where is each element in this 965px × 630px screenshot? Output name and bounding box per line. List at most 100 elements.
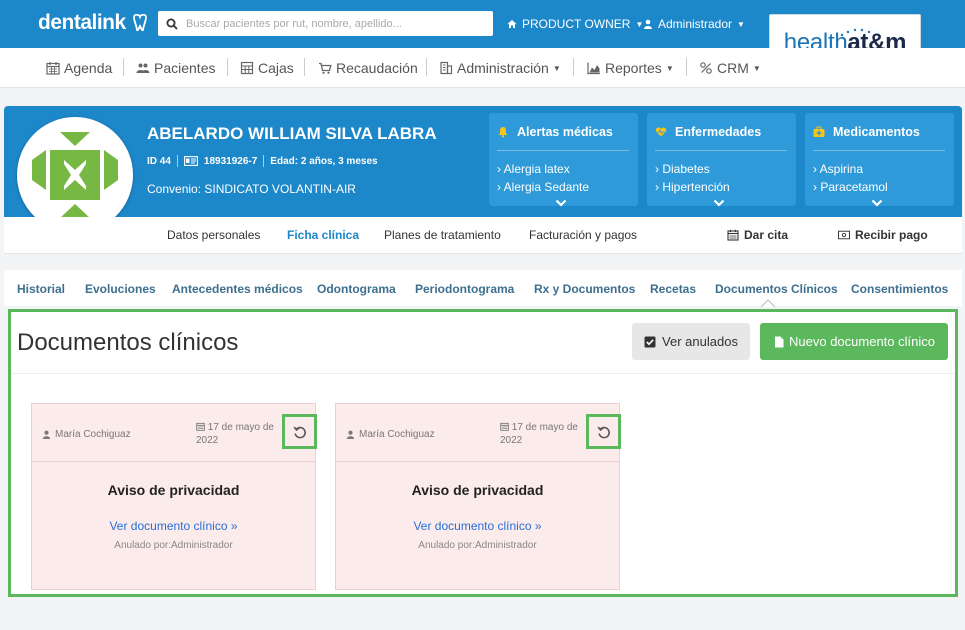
tab-odontograma[interactable]: Odontograma [317,282,396,296]
user-icon [346,430,355,439]
file-icon [775,336,784,347]
card-title: Aviso de privacidad [411,482,544,498]
role-menu-label: PRODUCT OWNER [522,17,631,31]
user-menu[interactable]: Administrador ▼ [643,17,745,31]
tab-evoluciones[interactable]: Evoluciones [85,282,156,296]
nav-crm[interactable]: CRM ▼ [699,60,761,76]
nav-divider [304,58,305,76]
search-icon [166,18,178,30]
tooth-icon [132,13,147,32]
recibir-pago-button[interactable]: Recibir pago [838,228,928,242]
chevron-down-icon[interactable] [871,199,883,209]
tab-antecedentes-medicos[interactable]: Antecedentes médicos [172,282,303,296]
money-icon [838,230,850,240]
card-header: María Cochiguaz 17 de mayo de 2022 [336,404,621,462]
restore-button[interactable] [282,414,317,449]
calculator-icon [240,61,254,75]
dentalink-logo[interactable]: dentalink [38,11,150,35]
calendar-icon [196,422,205,431]
patient-rut: 18931926-7 [203,155,258,167]
main-nav: Agenda Pacientes Cajas Recaudación Admin… [0,48,965,88]
patient-age: Edad: 2 años, 3 meses [270,155,378,167]
info-box-item: › Alergia latex [497,162,570,176]
patient-id: ID 44 [147,155,171,167]
info-box-divider [813,150,945,151]
info-box-item: › Diabetes [655,162,710,176]
checkbox-checked-icon [644,336,656,347]
nav-divider [123,58,124,76]
chevron-down-icon[interactable] [713,199,725,209]
tab-historial[interactable]: Historial [17,282,65,296]
home-icon [507,20,517,28]
percent-icon [700,62,712,74]
caret-down-icon: ▼ [737,19,745,29]
tab-documentos-clinicos[interactable]: Documentos Clínicos [715,282,838,296]
info-box-item: › Aspirina [813,162,864,176]
info-box-title: Medicamentos [833,125,920,139]
nav-divider [686,58,687,76]
user-menu-label: Administrador [658,17,733,31]
meta-divider [176,155,178,167]
info-box-item: › Hipertención [655,180,730,194]
patient-meta: ID 44 18931926-7 Edad: 2 años, 3 meses [147,155,378,167]
ver-documento-link[interactable]: Ver documento clínico » [336,519,619,533]
users-icon [136,63,150,73]
ver-anulados-button[interactable]: Ver anulados [632,323,750,360]
tab-planes-tratamiento[interactable]: Planes de tratamiento [384,228,501,242]
tab-datos-personales[interactable]: Datos personales [167,228,260,242]
tab-facturacion-pagos[interactable]: Facturación y pagos [529,228,637,242]
info-box-divider [655,150,787,151]
medkit-icon [813,126,825,137]
page-footer-area [0,600,965,630]
patient-avatar[interactable] [17,117,133,233]
info-box-title: Alertas médicas [517,125,613,139]
clinical-tabs: Historial Evoluciones Antecedentes médic… [4,270,962,307]
calendar-icon [46,62,60,75]
nav-agenda[interactable]: Agenda [46,60,112,76]
meta-divider [263,155,265,167]
restore-button[interactable] [586,414,621,449]
calendar-icon [500,422,509,431]
tab-periodontograma[interactable]: Periodontograma [415,282,514,296]
logo-text: dentalink [38,11,126,34]
info-box-medicamentos[interactable]: Medicamentos › Aspirina › Paracetamol [805,113,954,209]
info-box-item: › Alergia Sedante [497,180,590,194]
id-card-icon [183,156,198,166]
tab-consentimientos[interactable]: Consentimientos [851,282,948,296]
nav-cajas[interactable]: Cajas [240,60,294,76]
nav-administracion[interactable]: Administración ▼ [439,60,561,76]
chevron-down-icon[interactable] [555,199,567,209]
info-box-alertas[interactable]: Alertas médicas › Alergia latex › Alergi… [489,113,638,209]
nuevo-documento-button[interactable]: Nuevo documento clínico [760,323,948,360]
calendar-icon [727,229,739,241]
building-icon [440,61,453,75]
nav-divider [573,58,574,76]
tab-recetas[interactable]: Recetas [650,282,696,296]
search-input[interactable] [186,17,476,30]
info-box-item: › Paracetamol [813,180,888,194]
card-author: María Cochiguaz [346,429,435,440]
patient-tabs: Datos personales Ficha clínica Planes de… [4,217,962,254]
nav-reportes[interactable]: Reportes ▼ [587,60,674,76]
role-menu[interactable]: PRODUCT OWNER ▼ [507,17,643,31]
card-date: 17 de mayo de 2022 [196,422,274,446]
caret-down-icon: ▼ [665,63,674,73]
nav-pacientes[interactable]: Pacientes [136,60,215,76]
heart-icon [655,127,667,137]
identicon-avatar [20,120,130,230]
patient-search[interactable] [158,11,493,36]
nav-divider [227,58,228,76]
card-header: María Cochiguaz 17 de mayo de 2022 [32,404,317,462]
tab-ficha-clinica[interactable]: Ficha clínica [287,228,359,242]
nav-divider [426,58,427,76]
info-box-title: Enfermedades [675,125,762,139]
dar-cita-button[interactable]: Dar cita [727,228,788,242]
card-author: María Cochiguaz [42,429,131,440]
tab-rx-documentos[interactable]: Rx y Documentos [534,282,635,296]
user-icon [644,19,652,29]
info-box-enfermedades[interactable]: Enfermedades › Diabetes › Hipertención [647,113,796,209]
ver-documento-link[interactable]: Ver documento clínico » [32,519,315,533]
nav-recaudacion[interactable]: Recaudación [318,60,418,76]
card-anulado-por: Anulado por:Administrador [418,540,537,551]
card-title: Aviso de privacidad [107,482,240,498]
